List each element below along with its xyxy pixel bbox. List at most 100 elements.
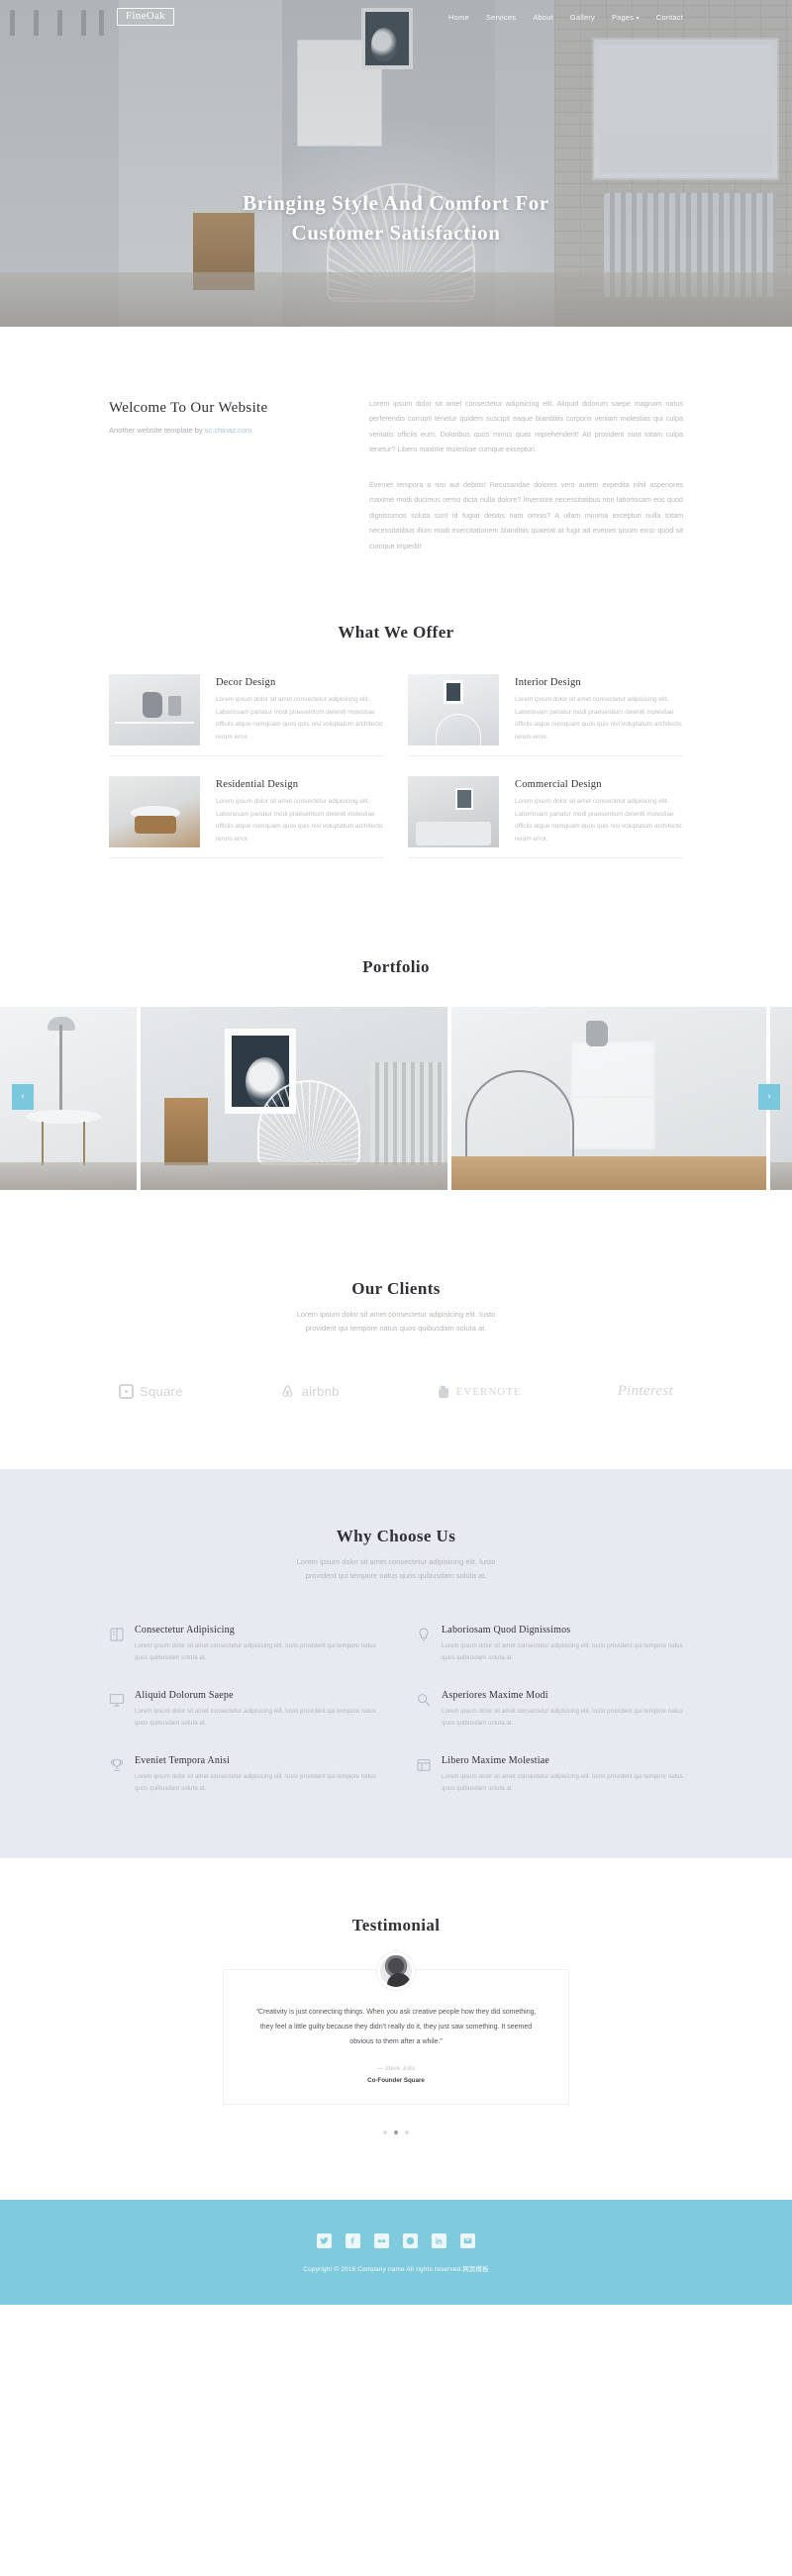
client-logo-label: airbnb — [301, 1384, 340, 1400]
why-item-title: Asperiores Maxime Modi — [442, 1690, 548, 1702]
airbnb-icon — [279, 1383, 296, 1400]
why-subtitle-line-1: Lorem ipsum dolor sit amet consectetur a… — [296, 1557, 496, 1567]
client-logo-airbnb[interactable]: airbnb — [279, 1383, 340, 1400]
why-item-body: Aliquid Dolorum Saepe Lorem ipsum dolor … — [135, 1690, 376, 1730]
nav-item-label: Services — [485, 12, 517, 22]
nav-item-label: Gallery — [569, 12, 595, 22]
welcome-tagline-prefix: Another website template by — [109, 426, 205, 435]
evernote-icon — [436, 1384, 450, 1400]
why-item-body: Laboriosam Quod Dignissimos Lorem ipsum … — [442, 1625, 683, 1664]
offer-card[interactable]: Decor Design Lorem ipsum dolor sit amet … — [109, 674, 384, 757]
offer-section: What We Offer Decor Design Lorem ipsum d… — [0, 613, 792, 928]
why-item-text: Lorem ipsum dolor sit amet consectetur a… — [135, 1641, 376, 1661]
offer-card-text: Lorem ipsum dolor sit amet consectetur a… — [515, 696, 682, 741]
linkedin-icon[interactable] — [432, 2233, 446, 2249]
flickr-icon[interactable] — [374, 2233, 389, 2249]
offer-card-title: Residential Design — [216, 779, 299, 791]
client-logo-evernote[interactable]: EVERNOTE — [436, 1384, 522, 1400]
testimonial-quote: “Creativity is just connecting things. W… — [255, 2009, 537, 2045]
why-item-body: Eveniet Tempora Anisi Lorem ipsum dolor … — [135, 1755, 376, 1795]
testimonial-role: Co-Founder Square — [367, 2077, 425, 2085]
offer-card[interactable]: Commercial Design Lorem ipsum dolor sit … — [408, 776, 683, 859]
why-choose-us-section: Why Choose Us Lorem ipsum dolor sit amet… — [0, 1469, 792, 1859]
clients-subtitle: Lorem ipsum dolor sit amet consectetur a… — [109, 1308, 683, 1336]
offer-thumbnail-decor — [109, 674, 200, 746]
nav-item-contact[interactable]: Contact — [656, 13, 683, 22]
square-icon — [119, 1384, 134, 1400]
offer-card-title: Decor Design — [216, 677, 276, 689]
why-subtitle-line-2: provident qui tempore natus quos quibusd… — [305, 1570, 487, 1580]
nav-item-gallery[interactable]: Gallery — [570, 13, 595, 22]
why-item[interactable]: Libero Maxime Molestiae Lorem ipsum dolo… — [416, 1755, 683, 1795]
why-item-text: Lorem ipsum dolor sit amet consectetur a… — [442, 1708, 683, 1728]
twitter-icon[interactable] — [317, 2233, 332, 2249]
nav-item-about[interactable]: About — [533, 13, 553, 22]
why-item-text: Lorem ipsum dolor sit amet consectetur a… — [135, 1773, 376, 1793]
testimonial-card: “Creativity is just connecting things. W… — [223, 1952, 569, 2106]
welcome-tagline: Another website template by sc.chinaz.co… — [109, 426, 322, 435]
why-item[interactable]: Consectetur Adipisicing Lorem ipsum dolo… — [109, 1625, 376, 1664]
nav-item-pages[interactable]: Pages ▾ — [612, 13, 640, 22]
portfolio-carousel[interactable]: ‹ › — [0, 1007, 792, 1191]
why-item-title: Eveniet Tempora Anisi — [135, 1755, 231, 1767]
welcome-left-column: Welcome To Our Website Another website t… — [109, 396, 322, 553]
carousel-prev-button[interactable]: ‹ — [12, 1084, 34, 1111]
offer-card-body: Decor Design Lorem ipsum dolor sit amet … — [200, 674, 384, 745]
top-navigation-bar: FineOak Home Services About Gallery Page… — [0, 0, 792, 34]
search-icon — [416, 1692, 432, 1708]
client-logo-square[interactable]: Square — [119, 1384, 183, 1400]
nav-item-home[interactable]: Home — [448, 13, 469, 22]
hero-title-line-2: Customer Satisfaction — [291, 221, 501, 246]
offer-card-body: Interior Design Lorem ipsum dolor sit am… — [499, 674, 683, 745]
why-subtitle: Lorem ipsum dolor sit amet consectetur a… — [109, 1555, 683, 1583]
hero-overlay — [0, 0, 792, 327]
why-item[interactable]: Laboriosam Quod Dignissimos Lorem ipsum … — [416, 1625, 683, 1664]
testimonial-author: — Steve Jobs — [376, 2065, 416, 2073]
layout-icon — [416, 1757, 432, 1773]
offer-card-text: Lorem ipsum dolor sit amet consectetur a… — [515, 798, 682, 842]
why-items-grid: Consectetur Adipisicing Lorem ipsum dolo… — [109, 1625, 683, 1796]
carousel-next-button[interactable]: › — [758, 1084, 780, 1111]
why-item[interactable]: Asperiores Maxime Modi Lorem ipsum dolor… — [416, 1690, 683, 1730]
lightbulb-icon — [416, 1627, 432, 1642]
hero-title-line-1: Bringing Style And Comfort For — [243, 191, 549, 215]
nav-item-label: Contact — [655, 12, 683, 22]
welcome-paragraph-2: Eveniet tempora a nisi aut debitis! Recu… — [369, 479, 683, 550]
dribbble-icon[interactable] — [403, 2233, 418, 2249]
offer-title: What We Offer — [338, 623, 454, 643]
nav-item-label: Home — [448, 12, 469, 22]
offer-grid: Decor Design Lorem ipsum dolor sit amet … — [109, 674, 683, 859]
carousel-slide[interactable] — [141, 1007, 447, 1191]
offer-card-text: Lorem ipsum dolor sit amet consectetur a… — [216, 696, 383, 741]
social-links — [0, 2233, 792, 2249]
carousel-slide[interactable] — [451, 1007, 766, 1191]
site-logo[interactable]: FineOak — [117, 8, 174, 26]
pagination-dot[interactable] — [405, 2130, 409, 2135]
why-item[interactable]: Eveniet Tempora Anisi Lorem ipsum dolor … — [109, 1755, 376, 1795]
pagination-dot[interactable] — [383, 2130, 387, 2135]
why-item[interactable]: Aliquid Dolorum Saepe Lorem ipsum dolor … — [109, 1690, 376, 1730]
avatar — [377, 1952, 415, 1991]
offer-card[interactable]: Residential Design Lorem ipsum dolor sit… — [109, 776, 384, 859]
why-title: Why Choose Us — [336, 1527, 456, 1546]
offer-card-text: Lorem ipsum dolor sit amet consectetur a… — [216, 798, 383, 842]
testimonial-section: Testimonial “Creativity is just connecti… — [0, 1858, 792, 2200]
facebook-icon[interactable] — [346, 2233, 360, 2249]
client-logo-label: EVERNOTE — [455, 1385, 522, 1398]
welcome-tagline-link[interactable]: sc.chinaz.com — [205, 426, 252, 435]
client-logo-list: Square airbnb EVERNOTE Pinterest — [109, 1383, 683, 1400]
clients-subtitle-line-2: provident qui tempore natus quos quibusd… — [305, 1324, 487, 1334]
testimonial-pagination-dots[interactable] — [109, 2130, 683, 2135]
offer-card[interactable]: Interior Design Lorem ipsum dolor sit am… — [408, 674, 683, 757]
portfolio-section: Portfolio ‹ › — [0, 928, 792, 1191]
email-icon[interactable] — [460, 2233, 475, 2249]
welcome-right-column: Lorem ipsum dolor sit amet consectetur a… — [369, 396, 683, 553]
copyright-text: Copyright © 2016 Company name All rights… — [303, 2266, 489, 2274]
nav-item-label: Pages — [611, 12, 635, 22]
offer-thumbnail-commercial — [408, 776, 499, 848]
welcome-paragraph-1: Lorem ipsum dolor sit amet consectetur a… — [369, 399, 683, 454]
client-logo-pinterest[interactable]: Pinterest — [618, 1383, 673, 1400]
nav-item-services[interactable]: Services — [486, 13, 516, 22]
client-logo-label: Pinterest — [617, 1383, 673, 1400]
pagination-dot-active[interactable] — [394, 2130, 398, 2135]
